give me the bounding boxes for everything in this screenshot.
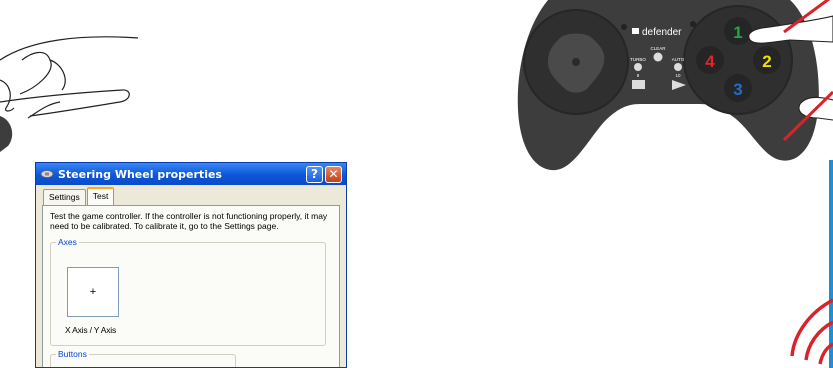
title-bar[interactable]: Steering Wheel properties ? ✕ <box>36 163 346 185</box>
clear-button <box>653 52 663 62</box>
auto-button <box>674 63 682 71</box>
properties-dialog: Steering Wheel properties ? ✕ Settings T… <box>35 162 347 368</box>
radio-waves-icon <box>790 298 833 365</box>
auto-label: AUTO <box>672 57 685 62</box>
dialog-title: Steering Wheel properties <box>58 167 222 181</box>
led-left <box>621 24 627 30</box>
xy-axis-plot: + <box>67 267 119 317</box>
auto-number: 10 <box>675 73 681 78</box>
axes-group: Axes + X Axis / Y Axis <box>50 237 326 346</box>
test-panel: Test the game controller. If the control… <box>42 205 340 367</box>
dpad-center <box>572 58 580 66</box>
led-right <box>690 21 696 27</box>
clear-label: CLEAR <box>650 46 666 51</box>
button-1-label: 1 <box>733 23 742 42</box>
tab-test[interactable]: Test <box>86 187 115 205</box>
help-button[interactable]: ? <box>306 165 323 183</box>
button-2-label: 2 <box>762 52 771 71</box>
test-description: Test the game controller. If the control… <box>50 211 328 231</box>
axes-legend: Axes <box>56 237 79 247</box>
axis-crosshair: + <box>89 286 97 298</box>
select-button <box>632 80 645 89</box>
steering-wheel-icon <box>40 170 54 178</box>
buttons-group: Buttons <box>50 349 236 367</box>
button-4-label: 4 <box>705 52 715 71</box>
buttons-legend: Buttons <box>56 349 89 359</box>
gamepad-illustration: 1 2 3 4 defender CLEAR TURBO AUTO 9 10 <box>517 0 833 171</box>
close-button[interactable]: ✕ <box>325 165 342 183</box>
hand-illustration-left <box>0 36 139 152</box>
turbo-label: TURBO <box>630 57 646 62</box>
xy-axis-label: X Axis / Y Axis <box>65 325 117 335</box>
turbo-button <box>634 63 642 71</box>
button-3-label: 3 <box>733 80 742 99</box>
brand-name: defender <box>642 27 682 38</box>
brand-logo-icon <box>632 28 639 34</box>
